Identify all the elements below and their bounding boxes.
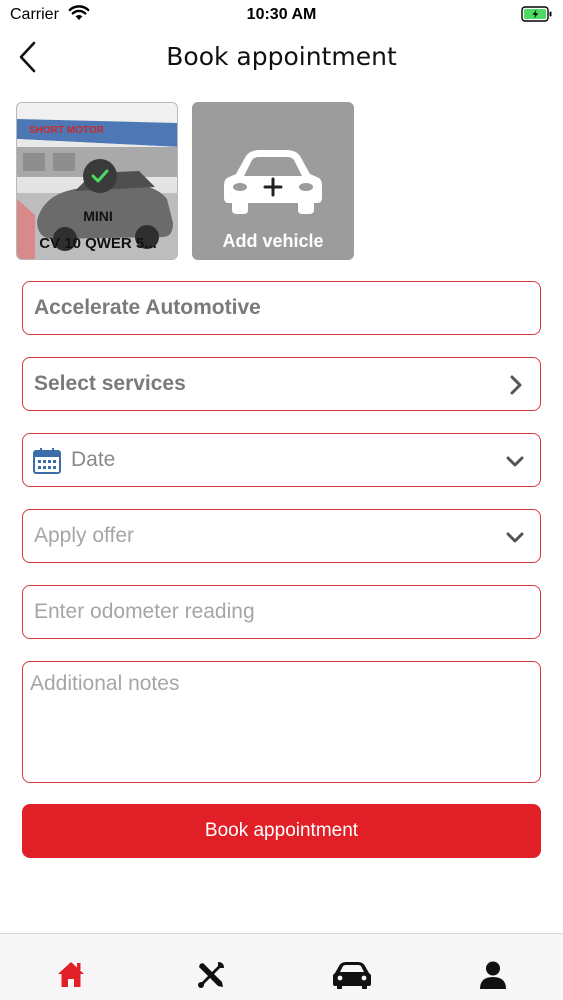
tab-profile[interactable] xyxy=(422,934,562,1000)
selected-check-badge xyxy=(83,159,117,193)
vehicle-card-mini[interactable]: SHORT MOTOR MINI CV 10 QWER 5... xyxy=(16,102,178,260)
chevron-right-icon xyxy=(510,375,522,395)
services-value: Select services xyxy=(34,372,186,395)
home-icon xyxy=(58,962,84,987)
garage-field[interactable]: Accelerate Automotive xyxy=(22,281,541,335)
tab-bar xyxy=(0,933,563,1000)
status-time: 10:30 AM xyxy=(246,6,317,23)
date-placeholder: Date xyxy=(71,448,116,471)
book-appointment-button[interactable]: Book appointment xyxy=(22,804,541,858)
odometer-placeholder: Enter odometer reading xyxy=(34,600,255,623)
nav-bar: Book appointment xyxy=(0,34,563,80)
car-plus-icon xyxy=(224,150,322,214)
vehicle-registration: CV 10 QWER 5... xyxy=(39,235,157,252)
offer-placeholder: Apply offer xyxy=(34,524,135,547)
select-services-field[interactable]: Select services xyxy=(22,357,541,411)
user-icon xyxy=(480,961,506,989)
add-vehicle-label: Add vehicle xyxy=(222,231,324,251)
odometer-input[interactable]: Enter odometer reading xyxy=(22,585,541,639)
notes-textarea[interactable]: Additional notes xyxy=(22,661,541,783)
apply-offer-field[interactable]: Apply offer xyxy=(22,509,541,563)
page-title: Book appointment xyxy=(166,42,397,71)
photo-sign-text: SHORT MOTOR xyxy=(29,125,105,136)
vehicle-make: MINI xyxy=(83,208,113,224)
car-icon xyxy=(333,962,371,989)
battery-icon xyxy=(521,6,553,27)
check-icon xyxy=(91,169,109,183)
status-bar: Carrier 10:30 AM xyxy=(0,0,563,30)
notes-placeholder: Additional notes xyxy=(30,672,180,695)
calendar-icon xyxy=(33,448,61,474)
tools-icon xyxy=(198,962,224,988)
tab-services[interactable] xyxy=(140,934,280,1000)
garage-value: Accelerate Automotive xyxy=(34,296,261,319)
tab-vehicles[interactable] xyxy=(281,934,421,1000)
chevron-down-icon xyxy=(506,456,524,467)
tab-home[interactable] xyxy=(0,934,140,1000)
add-vehicle-card[interactable]: Add vehicle xyxy=(192,102,354,260)
date-field[interactable]: Date xyxy=(22,433,541,487)
chevron-down-icon xyxy=(506,532,524,543)
